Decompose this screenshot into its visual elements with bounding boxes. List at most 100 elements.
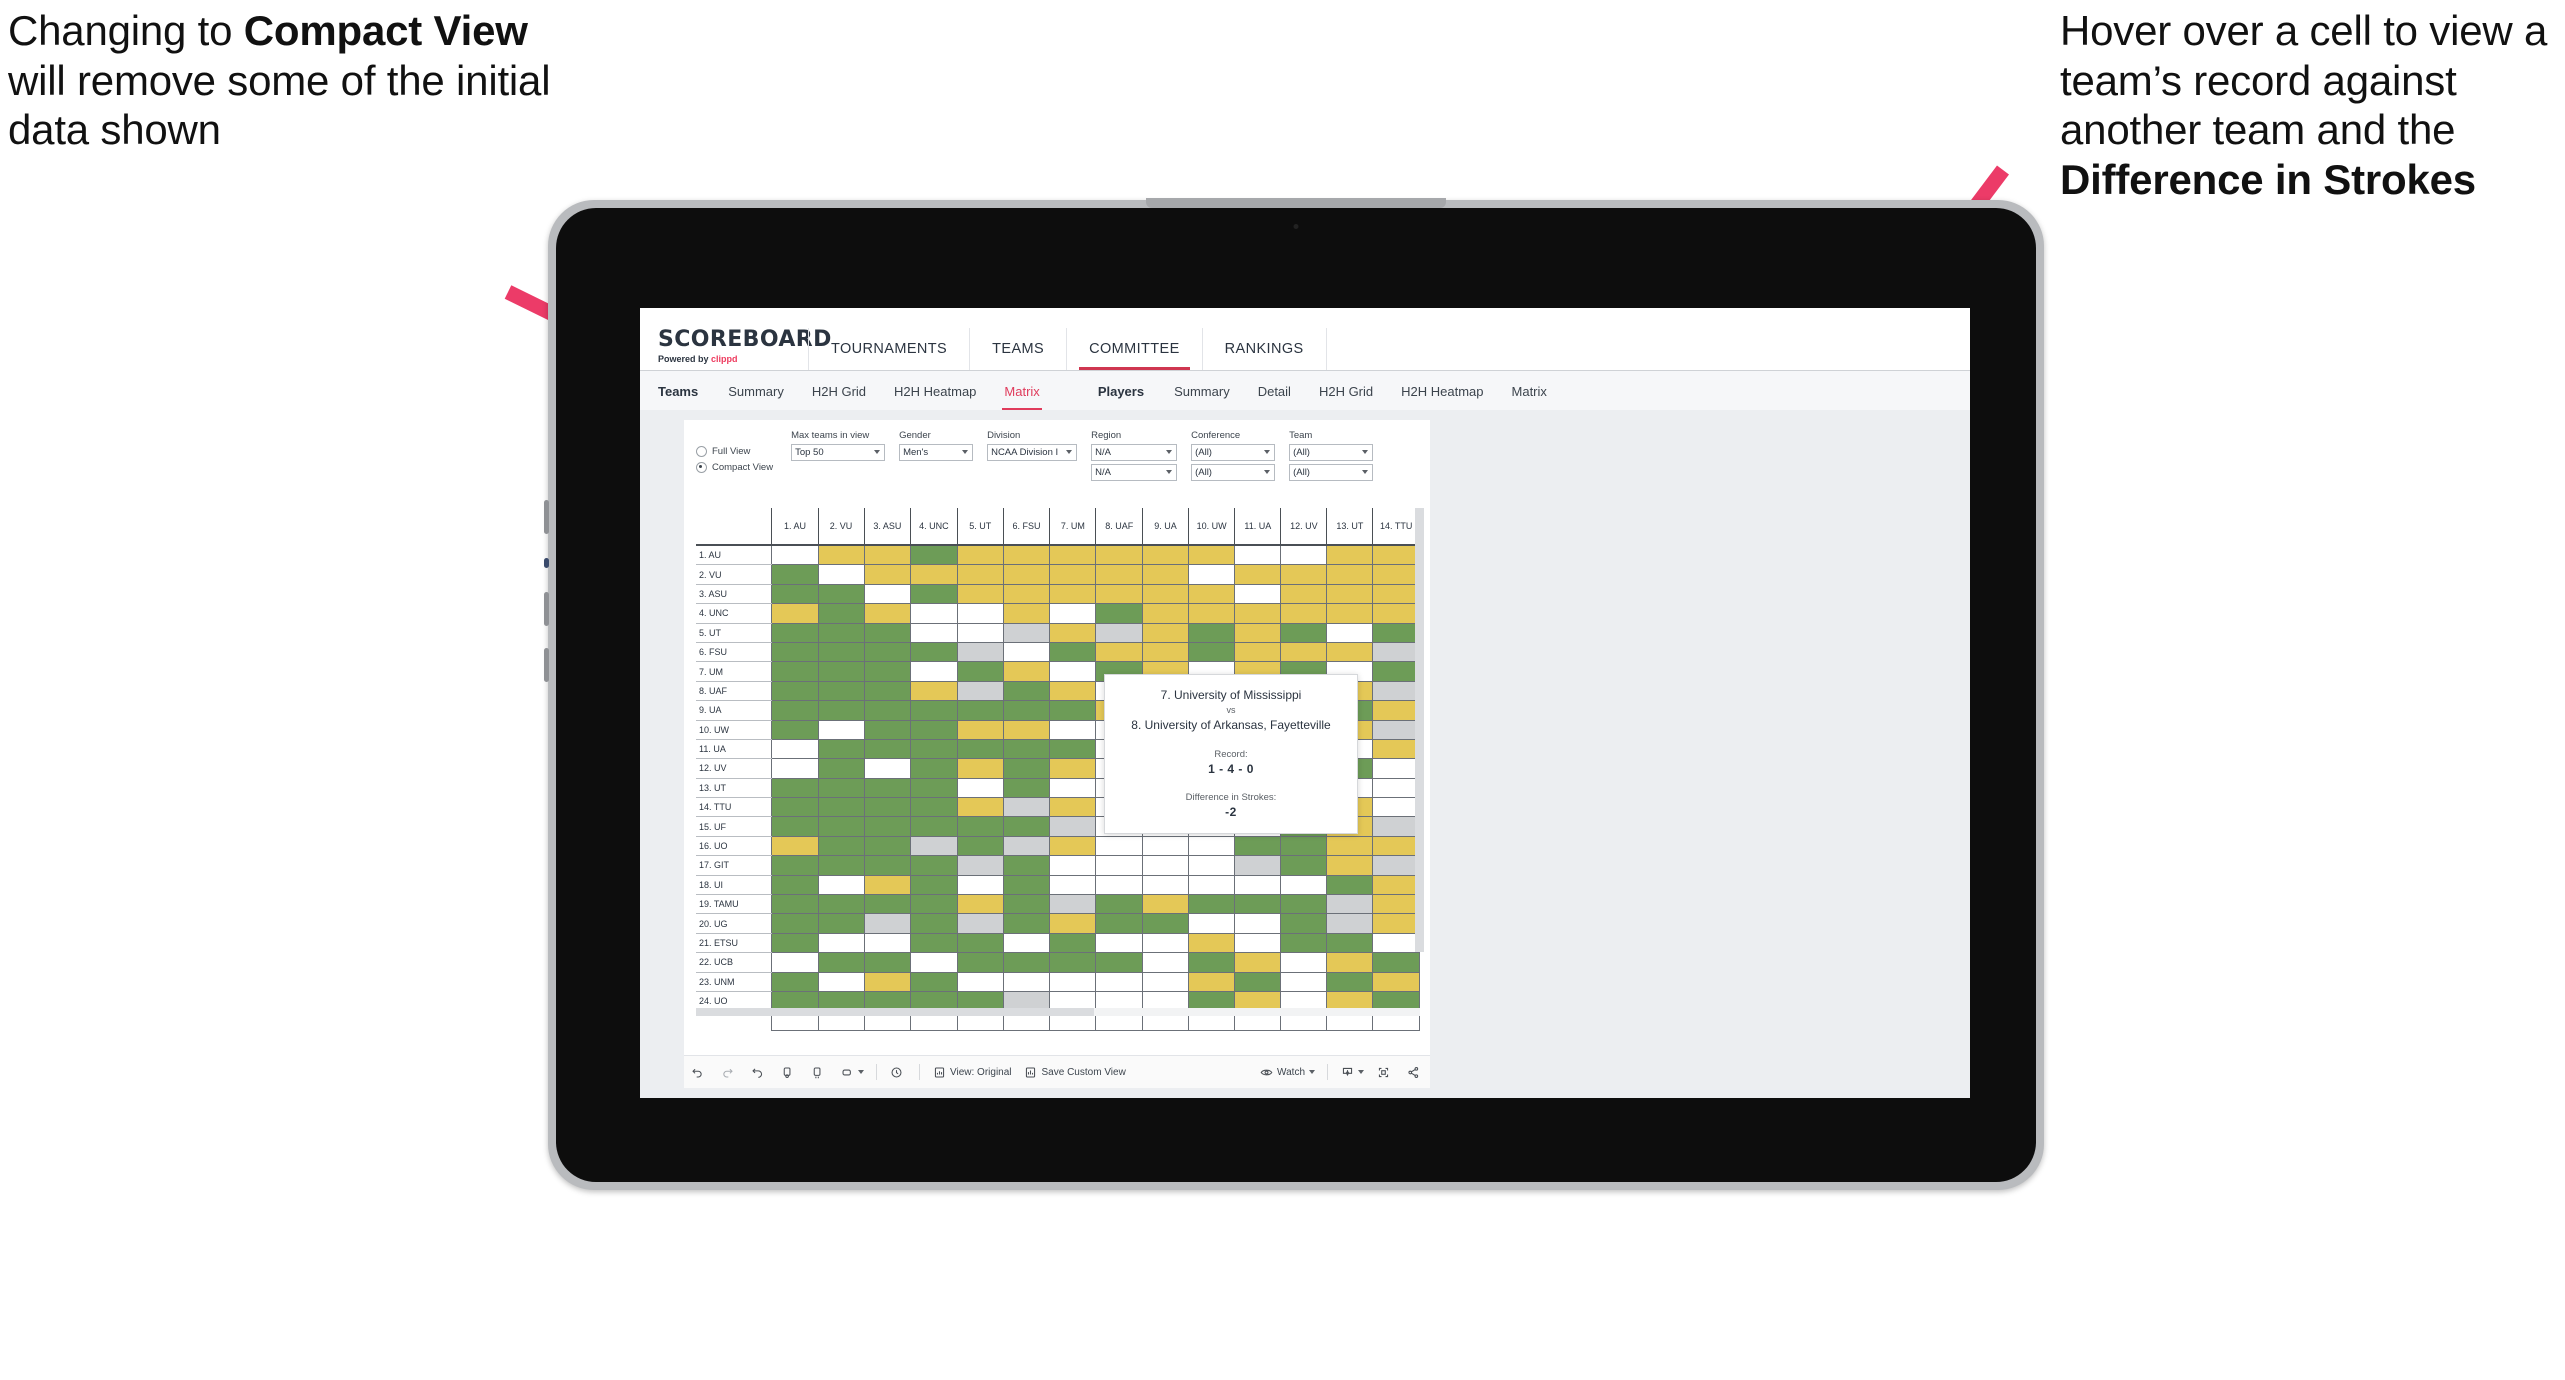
- matrix-cell[interactable]: [1372, 894, 1420, 915]
- matrix-cell[interactable]: [956, 797, 1004, 818]
- matrix-cell[interactable]: [1187, 564, 1236, 585]
- matrix-cell[interactable]: [1095, 855, 1143, 876]
- matrix-row-header[interactable]: 8. UAF: [696, 680, 772, 702]
- matrix-cell[interactable]: [910, 564, 958, 585]
- matrix-column-header[interactable]: 8. UAF: [1095, 508, 1143, 546]
- matrix-cell[interactable]: [1095, 835, 1143, 857]
- matrix-cell[interactable]: [817, 855, 865, 876]
- matrix-column-header[interactable]: 5. UT: [956, 508, 1004, 546]
- matrix-cell[interactable]: [956, 855, 1004, 876]
- matrix-row[interactable]: 3. ASU: [696, 583, 1420, 605]
- matrix-cell[interactable]: [817, 971, 865, 992]
- matrix-column-header[interactable]: 13. UT: [1326, 508, 1374, 546]
- matrix-cell[interactable]: [863, 835, 912, 857]
- matrix-cell[interactable]: [1002, 932, 1051, 954]
- matrix-cell[interactable]: [863, 583, 912, 605]
- matrix-column-header[interactable]: 9. UA: [1141, 508, 1190, 546]
- matrix-cell[interactable]: [817, 797, 865, 818]
- matrix-cell[interactable]: [863, 971, 912, 992]
- matrix-cell[interactable]: [1002, 583, 1051, 605]
- matrix-cell[interactable]: [1002, 835, 1051, 857]
- matrix-cell[interactable]: [863, 797, 912, 818]
- matrix-cell[interactable]: [863, 932, 912, 954]
- matrix-cell[interactable]: [1002, 564, 1051, 585]
- matrix-cell[interactable]: [910, 758, 958, 779]
- matrix-cell[interactable]: [956, 544, 1004, 566]
- clock-history-button[interactable]: [883, 1056, 913, 1088]
- matrix-cell[interactable]: [817, 932, 865, 954]
- redo-button[interactable]: [714, 1056, 744, 1088]
- matrix-row-header[interactable]: 20. UG: [696, 913, 772, 934]
- matrix-cell[interactable]: [817, 913, 865, 934]
- matrix-cell[interactable]: [1049, 583, 1097, 605]
- matrix-row[interactable]: 19. TAMU: [696, 894, 1420, 915]
- matrix-cell[interactable]: [863, 622, 912, 643]
- matrix-row-header[interactable]: 12. UV: [696, 758, 772, 779]
- matrix-cell[interactable]: [863, 913, 912, 934]
- matrix-cell[interactable]: [863, 758, 912, 779]
- matrix-cell[interactable]: [910, 816, 958, 837]
- matrix-cell[interactable]: [1372, 952, 1420, 973]
- matrix-row-header[interactable]: 15. UF: [696, 816, 772, 837]
- matrix-cell[interactable]: [817, 544, 865, 566]
- matrix-cell[interactable]: [1049, 564, 1097, 585]
- matrix-cell[interactable]: [1049, 719, 1097, 740]
- matrix-cell[interactable]: [910, 719, 958, 740]
- matrix-cell[interactable]: [1326, 603, 1374, 624]
- matrix-cell[interactable]: [1372, 564, 1420, 585]
- matrix-cell[interactable]: [863, 719, 912, 740]
- matrix-cell[interactable]: [1187, 952, 1236, 973]
- matrix-cell[interactable]: [817, 719, 865, 740]
- matrix-cell[interactable]: [1372, 855, 1420, 876]
- select-team-1[interactable]: (All): [1289, 444, 1374, 461]
- matrix-cell[interactable]: [956, 913, 1004, 934]
- matrix-cell[interactable]: [1141, 952, 1190, 973]
- refresh-data-button[interactable]: [774, 1056, 804, 1088]
- tab-teams-summary[interactable]: Summary: [714, 384, 798, 399]
- view-original-button[interactable]: View: Original: [926, 1056, 1018, 1088]
- matrix-cell[interactable]: [910, 700, 958, 721]
- matrix-cell[interactable]: [910, 971, 958, 992]
- matrix-cell[interactable]: [1234, 874, 1282, 896]
- matrix-cell[interactable]: [910, 777, 958, 799]
- matrix-cell[interactable]: [1002, 797, 1051, 818]
- matrix-cell[interactable]: [1372, 641, 1420, 663]
- matrix-column-header[interactable]: 3. ASU: [863, 508, 912, 546]
- matrix-cell[interactable]: [817, 894, 865, 915]
- select-division[interactable]: NCAA Division I: [987, 444, 1078, 461]
- matrix-cell[interactable]: [1326, 855, 1374, 876]
- matrix-cell[interactable]: [817, 816, 865, 837]
- matrix-cell[interactable]: [1372, 874, 1420, 896]
- matrix-cell[interactable]: [1049, 855, 1097, 876]
- matrix-cell[interactable]: [1372, 719, 1420, 740]
- matrix-cell[interactable]: [863, 544, 912, 566]
- matrix-cell[interactable]: [1049, 971, 1097, 992]
- matrix-cell[interactable]: [1234, 622, 1282, 643]
- matrix-cell[interactable]: [1280, 855, 1328, 876]
- matrix-cell[interactable]: [1002, 700, 1051, 721]
- matrix-cell[interactable]: [910, 932, 958, 954]
- matrix-cell[interactable]: [1234, 971, 1282, 992]
- topnav-tournaments[interactable]: TOURNAMENTS: [809, 328, 969, 370]
- matrix-cell[interactable]: [1141, 641, 1190, 663]
- matrix-column-header[interactable]: 2. VU: [817, 508, 865, 546]
- fullscreen-button[interactable]: [1370, 1056, 1400, 1088]
- matrix-cell[interactable]: [1280, 952, 1328, 973]
- matrix-cell[interactable]: [1326, 641, 1374, 663]
- select-team-2[interactable]: (All): [1289, 464, 1374, 481]
- matrix-row[interactable]: 6. FSU: [696, 641, 1420, 663]
- matrix-vertical-scrollbar[interactable]: [1415, 508, 1424, 952]
- tab-teams-h2h-heatmap[interactable]: H2H Heatmap: [880, 384, 990, 399]
- matrix-cell[interactable]: [956, 971, 1004, 992]
- matrix-cell[interactable]: [863, 700, 912, 721]
- matrix-cell[interactable]: [1280, 564, 1328, 585]
- matrix-cell[interactable]: [1095, 894, 1143, 915]
- matrix-cell[interactable]: [1187, 641, 1236, 663]
- matrix-cell[interactable]: [817, 758, 865, 779]
- matrix-cell[interactable]: [1326, 835, 1374, 857]
- matrix-cell[interactable]: [817, 641, 865, 663]
- matrix-horizontal-scrollbar-thumb[interactable]: [696, 1008, 1095, 1016]
- matrix-column-header[interactable]: 1. AU: [771, 508, 819, 546]
- matrix-cell[interactable]: [1049, 700, 1097, 721]
- matrix-cell[interactable]: [1234, 544, 1282, 566]
